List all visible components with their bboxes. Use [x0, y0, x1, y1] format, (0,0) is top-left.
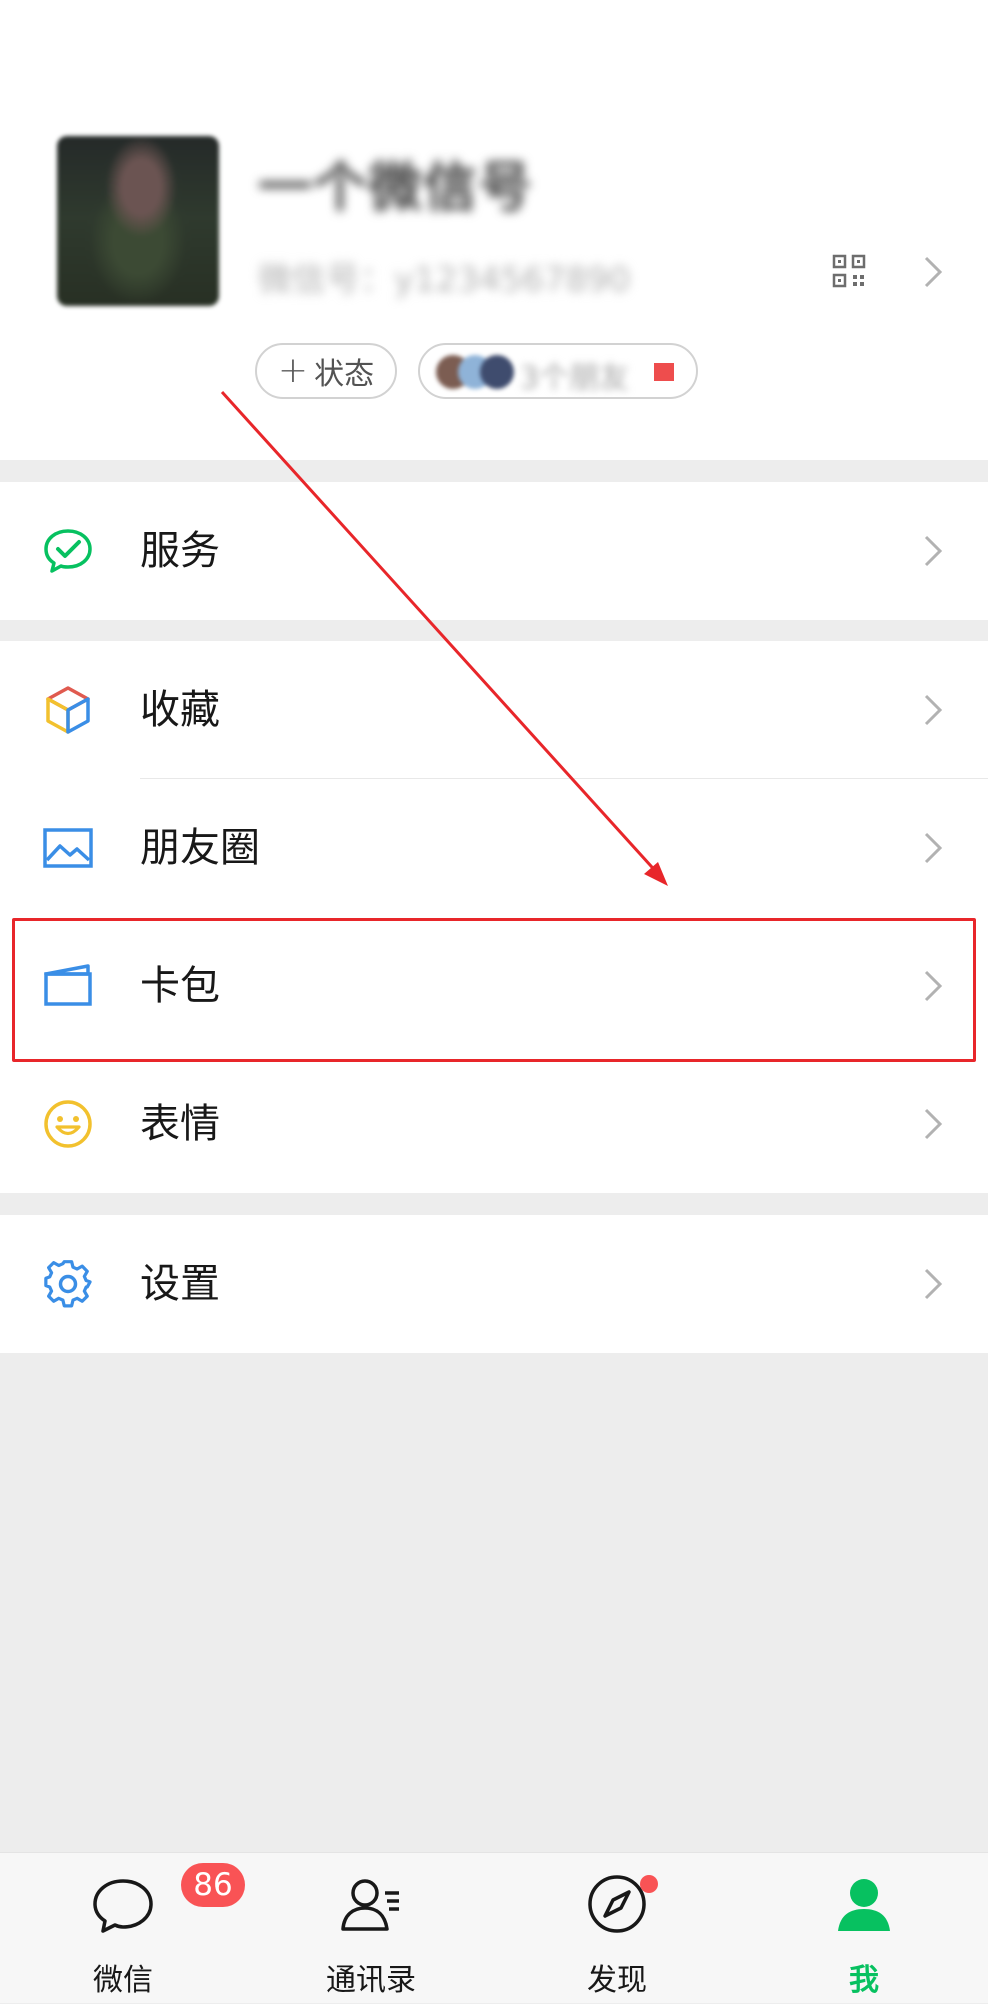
tab-bar: 86 微信 通讯录 发现 我 — [0, 1852, 988, 2003]
menu-item-settings[interactable]: 设置 — [0, 1215, 988, 1353]
chevron-right-icon — [924, 1268, 943, 1300]
cube-icon — [46, 686, 90, 734]
nickname: 一个微信号 — [258, 156, 533, 219]
wechat-id: 微信号：y1234567890 — [258, 260, 631, 300]
friends-status-text: 3个朋友 — [520, 361, 630, 396]
smiley-icon — [44, 1100, 92, 1148]
services-icon — [44, 529, 92, 573]
wallet-card-icon — [44, 964, 92, 1006]
image-icon — [43, 828, 93, 868]
unread-badge: 86 — [181, 1863, 245, 1907]
plus-icon: + — [277, 350, 309, 391]
chevron-right-icon — [924, 832, 943, 864]
menu-item-services[interactable]: 服务 — [0, 482, 988, 620]
menu-item-cards[interactable]: 卡包 — [0, 917, 988, 1055]
gear-icon — [44, 1260, 92, 1308]
chevron-right-icon — [924, 694, 943, 726]
menu-group-settings: 设置 — [0, 1215, 988, 1353]
tab-label: 通讯录 — [326, 1963, 416, 1998]
chevron-right-icon — [924, 970, 943, 1002]
tab-label: 我 — [849, 1963, 879, 1998]
tab-me[interactable]: 我 — [784, 1853, 944, 2004]
notification-dot — [640, 1875, 658, 1893]
friend-avatar — [480, 355, 514, 389]
menu-label: 卡包 — [140, 963, 220, 1009]
menu-label: 收藏 — [140, 687, 220, 733]
menu-item-moments[interactable]: 朋友圈 — [0, 779, 988, 917]
menu-label: 服务 — [140, 528, 220, 574]
menu-group-main: 收藏 朋友圈 卡包 表情 — [0, 641, 988, 1193]
avatar[interactable] — [57, 136, 219, 306]
tab-label: 微信 — [93, 1963, 153, 1998]
friends-status-chip[interactable]: 3个朋友 — [418, 343, 698, 399]
menu-label: 设置 — [140, 1261, 220, 1307]
chevron-right-icon — [924, 535, 943, 567]
menu-item-stickers[interactable]: 表情 — [0, 1055, 988, 1193]
chat-bubble-icon — [93, 1879, 153, 1933]
tab-discover[interactable]: 发现 — [537, 1853, 697, 2004]
menu-label: 表情 — [140, 1101, 220, 1147]
red-indicator — [654, 363, 674, 381]
chevron-right-icon — [924, 256, 943, 288]
tab-chats[interactable]: 86 微信 — [43, 1853, 245, 2004]
person-icon — [838, 1879, 890, 1931]
chevron-right-icon — [924, 1108, 943, 1140]
tab-contacts[interactable]: 通讯录 — [291, 1853, 451, 2004]
menu-label: 朋友圈 — [140, 825, 260, 871]
add-status-button[interactable]: + 状态 — [255, 343, 397, 399]
status-label: 状态 — [314, 357, 375, 392]
profile-header[interactable]: 一个微信号 微信号：y1234567890 + 状态 3个朋友 — [0, 0, 988, 460]
menu-item-favorites[interactable]: 收藏 — [0, 641, 988, 779]
qr-code-icon[interactable] — [832, 254, 866, 288]
contacts-icon — [341, 1879, 399, 1931]
menu-group-services: 服务 — [0, 482, 988, 620]
tab-label: 发现 — [587, 1963, 647, 1998]
